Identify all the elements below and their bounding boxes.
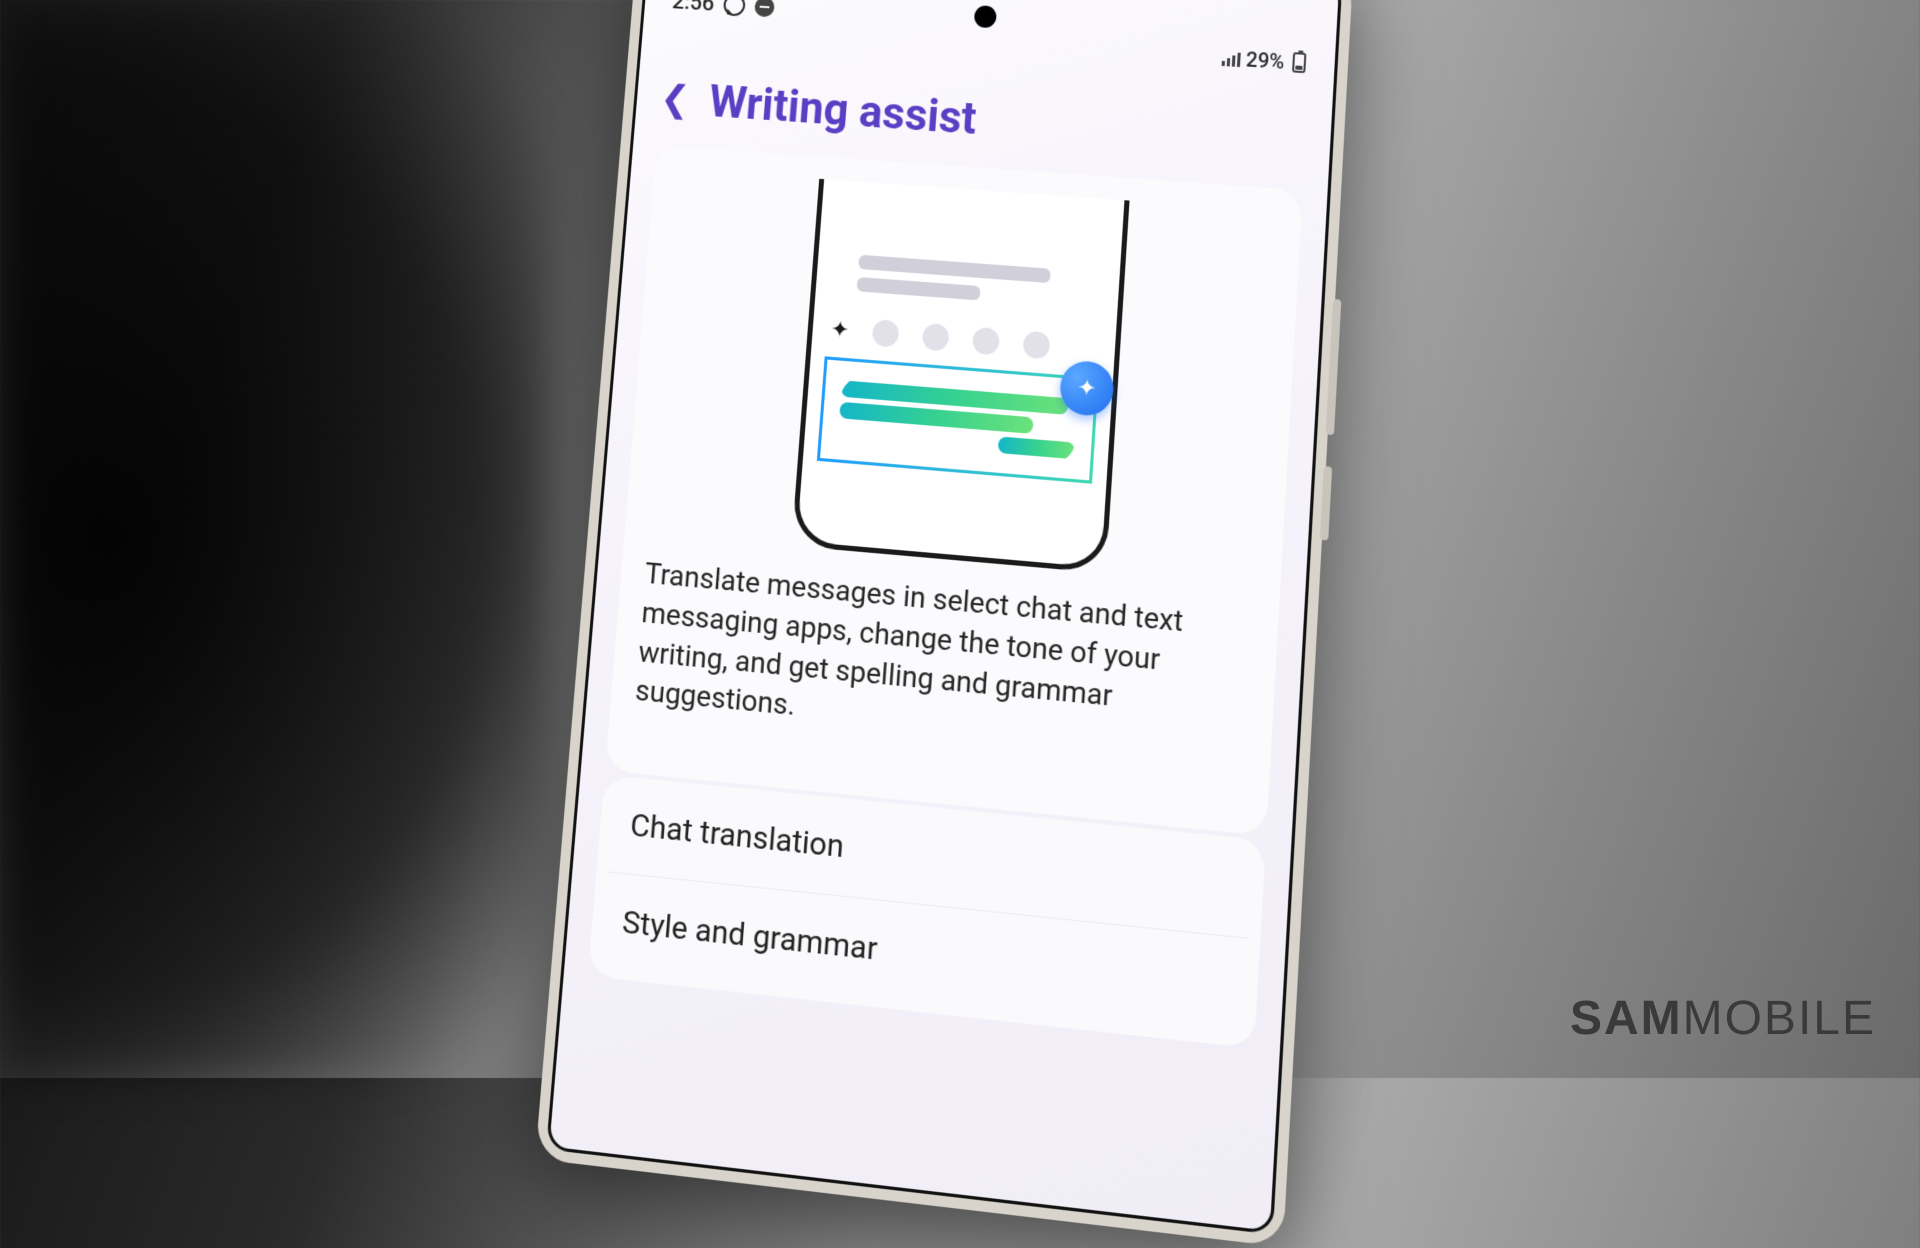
battery-icon: [1292, 52, 1306, 73]
phone-device: 2:56 29% ❮ Writing assist: [535, 0, 1353, 1247]
watermark-light: MOBILE: [1683, 992, 1876, 1045]
status-right: 29%: [1221, 46, 1307, 76]
signal-icon: [1221, 50, 1240, 67]
illus-dot: [972, 327, 1000, 356]
whatsapp-icon: [723, 0, 746, 17]
illus-dot: [1023, 331, 1051, 360]
watermark: SAMMOBILE: [1570, 991, 1876, 1046]
status-left: 2:56: [671, 0, 775, 20]
watermark-bold: SAM: [1570, 992, 1683, 1045]
phone-frame: 2:56 29% ❮ Writing assist: [535, 0, 1353, 1247]
background-shadow: [0, 0, 550, 1078]
back-button[interactable]: ❮: [659, 80, 691, 118]
illus-dot: [872, 319, 900, 348]
chip-bar: [998, 436, 1075, 459]
battery-text: 29%: [1245, 47, 1285, 74]
dnd-icon: [754, 0, 775, 17]
illus-dot: [922, 323, 950, 352]
side-button-upper: [1326, 299, 1342, 435]
illustration-card: ✦ ✦: [605, 145, 1303, 836]
illus-line: [857, 277, 980, 300]
illus-suggestion-chip: ✦: [817, 356, 1099, 483]
side-button-lower: [1320, 466, 1332, 541]
status-time: 2:56: [671, 0, 715, 16]
illustration-phone: ✦ ✦: [791, 179, 1129, 574]
page-title: Writing assist: [707, 75, 978, 145]
phone-screen: 2:56 29% ❮ Writing assist: [546, 0, 1342, 1235]
sparkle-icon: ✦: [830, 316, 850, 343]
illus-toolbar: ✦: [830, 316, 1102, 363]
